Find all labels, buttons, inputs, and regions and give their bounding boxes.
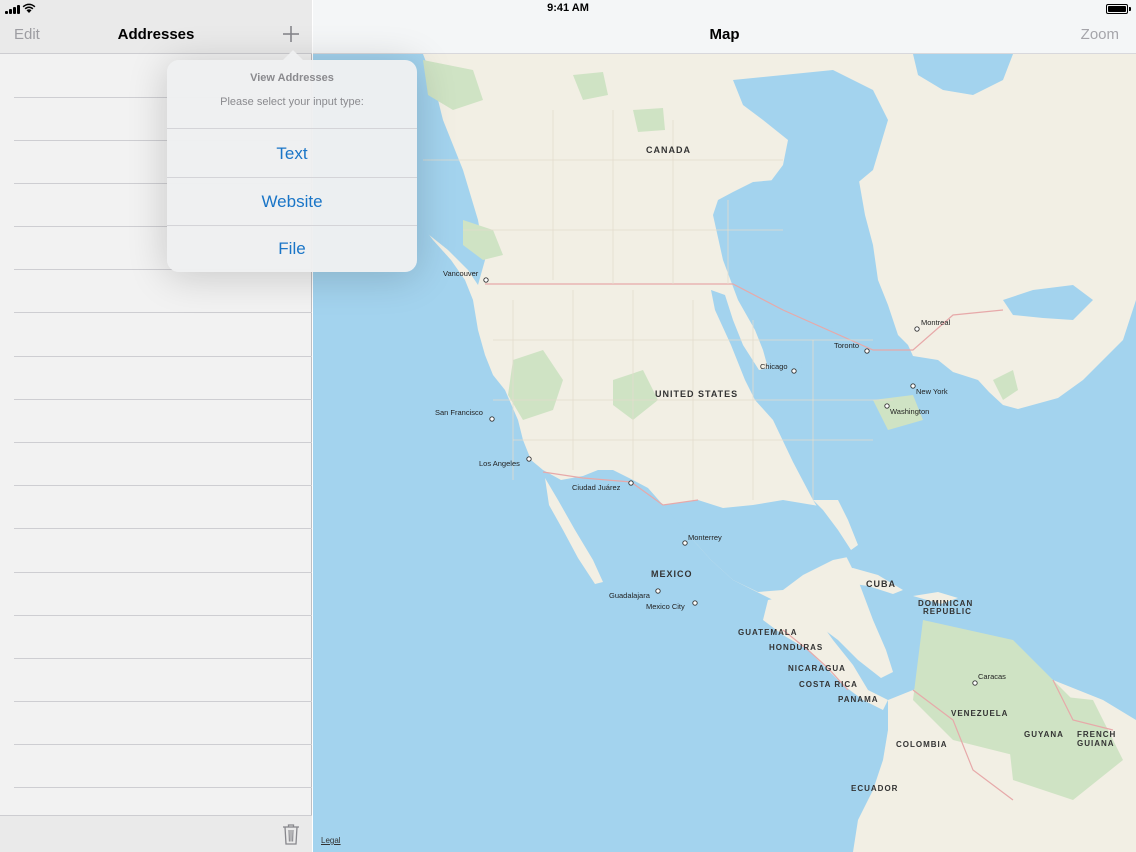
list-row-separator xyxy=(14,787,312,788)
popover-title: View Addresses xyxy=(250,72,334,84)
map-view[interactable]: CANADA UNITED STATES MEXICO CUBA DOMINIC… xyxy=(313,0,1136,852)
map-city-ciudad-juarez: Ciudad Juárez xyxy=(572,483,621,492)
map-city-montreal: Montreal xyxy=(921,318,951,327)
map-label-colombia: COLOMBIA xyxy=(896,740,948,749)
addresses-toolbar xyxy=(0,815,312,852)
list-row-separator xyxy=(14,572,312,573)
trash-icon[interactable] xyxy=(282,823,300,845)
map-label-venezuela: VENEZUELA xyxy=(951,709,1008,718)
battery-tip xyxy=(1129,7,1131,11)
map-city-monterrey: Monterrey xyxy=(688,533,722,542)
zoom-button[interactable]: Zoom xyxy=(1081,26,1119,43)
list-row-separator xyxy=(14,528,312,529)
map-city-los-angeles: Los Angeles xyxy=(479,459,520,468)
map-city-vancouver: Vancouver xyxy=(443,269,479,278)
map-city-guadalajara: Guadalajara xyxy=(609,591,651,600)
list-row-separator xyxy=(14,615,312,616)
map-label-guyana: GUYANA xyxy=(1024,730,1064,739)
map-label-panama: PANAMA xyxy=(838,695,879,704)
list-row-separator xyxy=(14,485,312,486)
list-row-separator xyxy=(14,399,312,400)
map-city-toronto: Toronto xyxy=(834,341,859,350)
map-city-new-york: New York xyxy=(916,387,948,396)
ipad-screen: 9:41 AM Edit Addresses CANADA UNITED STA… xyxy=(0,0,1136,852)
map-label-french: FRENCH xyxy=(1077,730,1116,739)
popover-message: Please select your input type: xyxy=(220,96,364,108)
map-city-san-francisco: San Francisco xyxy=(435,408,483,417)
status-time: 9:41 AM xyxy=(547,2,589,14)
popover-header: View Addresses Please select your input … xyxy=(167,60,417,129)
list-row-separator xyxy=(14,658,312,659)
map-label-mexico: MEXICO xyxy=(651,569,693,579)
map-label-ecuador: ECUADOR xyxy=(851,784,898,793)
text-option-button[interactable]: Text xyxy=(167,130,417,178)
addresses-title: Addresses xyxy=(117,26,195,43)
battery-icon xyxy=(1106,4,1128,14)
map-label-cuba: CUBA xyxy=(866,579,896,589)
map-city-mexico-city: Mexico City xyxy=(646,602,685,611)
popover-arrow xyxy=(283,50,303,60)
map-label-costa-rica: COSTA RICA xyxy=(799,680,858,689)
map-city-washington: Washington xyxy=(890,407,929,416)
map-label-republic: REPUBLIC xyxy=(923,607,972,616)
view-addresses-popover: View Addresses Please select your input … xyxy=(167,60,417,272)
map-label-nicaragua: NICARAGUA xyxy=(788,664,846,673)
status-bar: 9:41 AM xyxy=(0,0,1136,18)
list-row-separator xyxy=(14,356,312,357)
map-label-guatemala: GUATEMALA xyxy=(738,628,798,637)
map-panel: CANADA UNITED STATES MEXICO CUBA DOMINIC… xyxy=(313,0,1136,852)
map-label-guiana: GUIANA xyxy=(1077,739,1115,748)
map-label-honduras: HONDURAS xyxy=(769,643,823,652)
list-row-separator xyxy=(14,442,312,443)
map-title: Map xyxy=(709,26,740,43)
list-row-separator xyxy=(14,744,312,745)
file-option-button[interactable]: File xyxy=(167,225,417,272)
website-option-button[interactable]: Website xyxy=(167,178,417,226)
map-city-chicago: Chicago xyxy=(760,362,788,371)
map-city-caracas: Caracas xyxy=(978,672,1006,681)
legal-link[interactable]: Legal xyxy=(321,836,341,845)
map-label-united-states: UNITED STATES xyxy=(655,389,738,399)
list-row-separator xyxy=(14,701,312,702)
plus-icon[interactable] xyxy=(279,22,303,46)
map-label-canada: CANADA xyxy=(646,145,691,155)
list-row-separator xyxy=(14,312,312,313)
